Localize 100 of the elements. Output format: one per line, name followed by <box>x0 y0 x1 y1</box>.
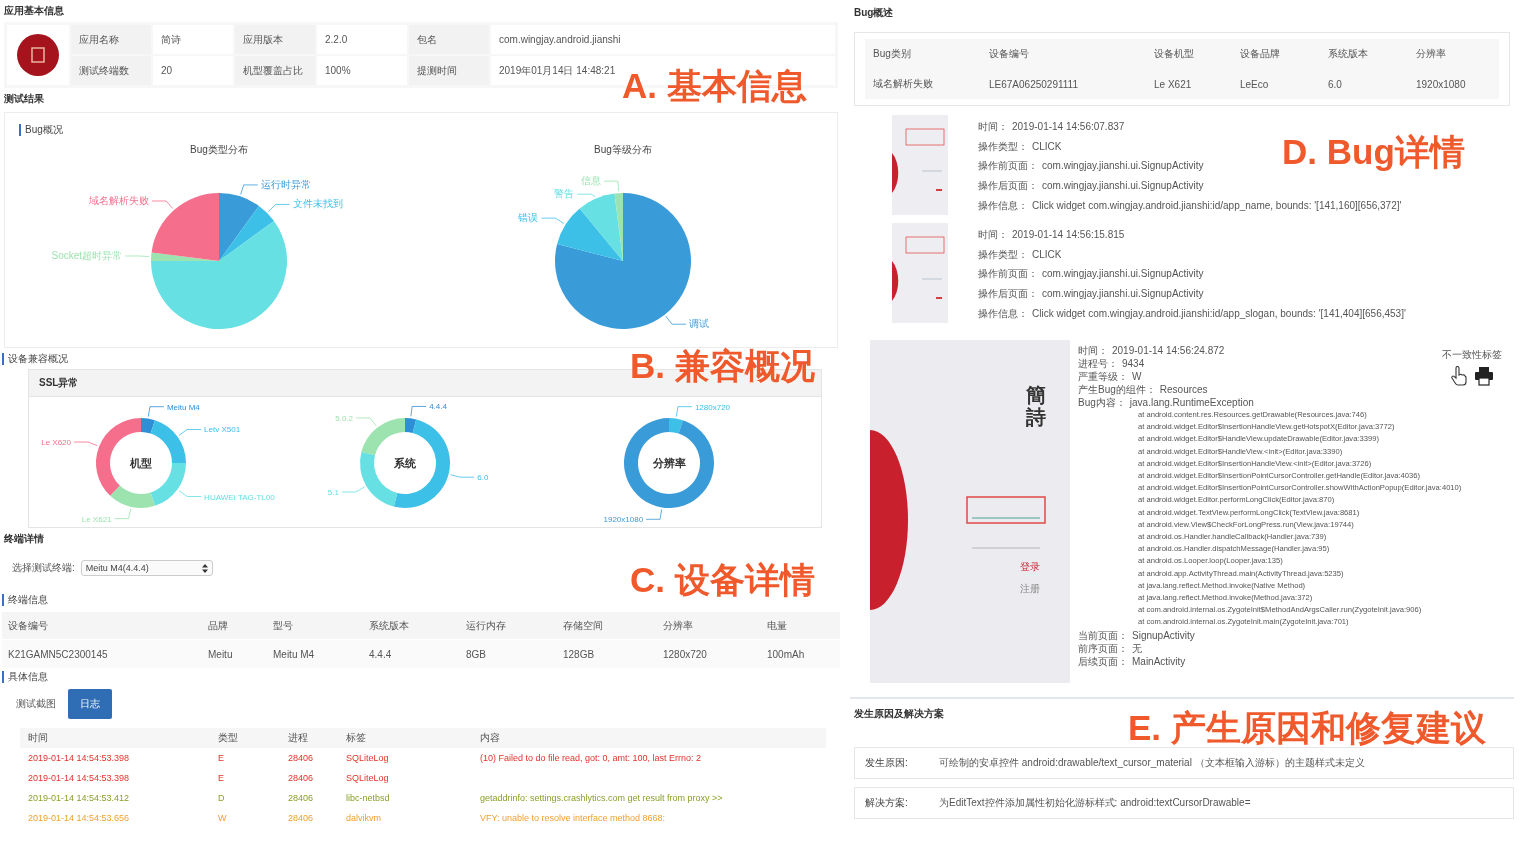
field-label: 操作信息： <box>978 306 1028 320</box>
leader-line <box>268 204 290 212</box>
annotation-label: E. 产生原因和修复建议 <box>1128 708 1486 748</box>
annotation-label: D. Bug详情 <box>1282 132 1465 172</box>
tab[interactable]: 测试截图 <box>10 689 62 719</box>
app-title: 簡詩 <box>1026 384 1046 428</box>
field-value: W <box>1132 370 1142 383</box>
field-value: 100% <box>317 56 407 85</box>
section-title: 终端信息 <box>2 594 48 606</box>
field-value: com.wingjay.android.jianshi <box>491 25 835 54</box>
field-value: Click widget com.wingjay.android.jianshi:id/app_name, bounds: '[141,160][656,372]' <box>1032 198 1402 212</box>
hand-pointer-icon <box>1450 366 1468 386</box>
table-cell-text: 1920x1080 <box>1415 77 1467 92</box>
field-value: CLICK <box>1032 139 1062 153</box>
leader-line <box>178 429 202 436</box>
slice-label: 1280x720 <box>694 402 731 412</box>
log-cell-text: 2019-01-14 14:54:53.398 <box>27 772 131 785</box>
leader-line <box>675 406 693 417</box>
field-value: 2019-01-14 14:56:07.837 <box>1012 120 1125 134</box>
log-cell-text: dalvikvm <box>345 812 382 825</box>
annotation-label: C. 设备详情 <box>630 560 815 600</box>
section-title: 设备兼容概况 <box>2 353 68 365</box>
column-header: 内容 <box>472 728 826 748</box>
field-label: 时间： <box>978 228 1008 242</box>
log-cell-text: 28406 <box>287 792 315 805</box>
slice-label: Letv X501 <box>204 425 241 435</box>
field-value: com.wingjay.jianshi.ui.SignupActivity <box>1042 287 1204 301</box>
field-value: com.wingjay.jianshi.ui.SignupActivity <box>1042 267 1204 281</box>
table-cell: 4.4.4 <box>363 640 460 668</box>
log-cell-text: SQLiteLog <box>345 772 390 785</box>
field-label: 应用名称 <box>71 25 151 54</box>
updown-caret-icon <box>201 563 208 573</box>
field-label: 严重等级： <box>1078 370 1128 383</box>
column-header: 设备品牌 <box>1239 47 1281 61</box>
table-cell-text: 6.0 <box>1327 77 1343 92</box>
field-label: 操作信息： <box>978 198 1028 212</box>
field-label: 操作前页面： <box>978 159 1038 173</box>
tab[interactable]: 日志 <box>68 689 112 719</box>
table-cell: K21GAMN5C2300145 <box>2 640 202 668</box>
field-label: 包名 <box>409 25 489 54</box>
field-value: SignupActivity <box>1132 628 1195 642</box>
field-label: 提测时间 <box>409 56 489 85</box>
slice-label: 警告 <box>554 188 575 200</box>
column-header: 设备编号 <box>988 47 1030 61</box>
column-header: 标签 <box>338 728 472 748</box>
log-cell-text: VFY: unable to resolve interface method 8668: <box>479 812 667 825</box>
field-value: 2019-01-14 14:56:15.815 <box>1012 228 1125 242</box>
chart-center-label: 分辨率 <box>652 457 686 469</box>
leader-line <box>665 315 687 325</box>
table-cell: 8GB <box>460 640 557 668</box>
field-value: 无 <box>1132 641 1142 655</box>
column-header: 分辨率 <box>1415 47 1447 61</box>
leader-line <box>151 200 174 209</box>
leader-line <box>355 417 377 427</box>
log-cell-text: 2019-01-14 14:54:53.656 <box>27 812 131 825</box>
section-title: 终端详情 <box>3 532 45 546</box>
leader-line <box>410 406 427 417</box>
column-header: 时间 <box>20 728 210 748</box>
section-title: 发生原因及解决方案 <box>853 707 945 721</box>
field-label: Bug内容： <box>1078 396 1126 409</box>
section-title: 具体信息 <box>2 671 48 683</box>
device-dropdown[interactable]: Meitu M4(4.4.4) <box>80 560 213 576</box>
log-cell-text: SQLiteLog <box>345 752 390 765</box>
field-value: 20 <box>153 56 233 85</box>
leader-line <box>114 508 132 520</box>
slice-label: 调试 <box>689 318 710 330</box>
log-cell-text: 2019-01-14 14:54:53.398 <box>27 752 131 765</box>
slice-label: 4.4.4 <box>429 402 447 412</box>
field-label: 后续页面： <box>1078 654 1128 668</box>
field-value: 为EditText控件添加属性初始化游标样式: android:textCursorDrawable= <box>939 796 1251 810</box>
field-value: 2.2.0 <box>317 25 407 54</box>
table-cell: 1280x720 <box>657 640 761 668</box>
log-cell-text: 2019-01-14 14:54:53.412 <box>27 792 131 805</box>
leader-line <box>124 255 150 257</box>
app-button-label: 登录 <box>1020 560 1040 574</box>
leader-line <box>240 184 259 195</box>
leader-line <box>147 406 165 417</box>
slice-label: HUAWEI TAG-TL00 <box>204 492 275 502</box>
field-value: java.lang.RuntimeException <box>1129 396 1254 409</box>
leader-line <box>645 509 663 520</box>
section-title: 测试结果 <box>3 92 45 106</box>
field-label: 当前页面： <box>1078 628 1128 642</box>
section-title: Bug概述 <box>853 6 895 20</box>
field-value: 2019-01-14 14:56:24.872 <box>1112 344 1225 357</box>
slice-label: 1920x1080 <box>603 515 644 525</box>
log-cell-text: D <box>217 792 226 805</box>
slice-label: 运行时异常 <box>260 178 311 190</box>
slice-label: Le X621 <box>81 514 112 524</box>
field-label: 操作后页面： <box>978 179 1038 193</box>
log-cell-text: (10) Failed to do file read, got: 0, amt: 100, last Errno: 2 <box>479 752 703 765</box>
leader-line <box>341 486 365 493</box>
annotation-label: A. 基本信息 <box>622 66 807 106</box>
chart-title: Bug等级分布 <box>594 143 652 157</box>
slice-label: 信息 <box>581 175 601 187</box>
field-value: CLICK <box>1032 247 1062 261</box>
table-cell-text: LE67A06250291111 <box>988 77 1079 92</box>
field-value: Resources <box>1159 383 1208 396</box>
field-label: 操作后页面： <box>978 287 1038 301</box>
field-label: 测试终端数 <box>71 56 151 85</box>
slice-label: Le X620 <box>41 438 71 447</box>
